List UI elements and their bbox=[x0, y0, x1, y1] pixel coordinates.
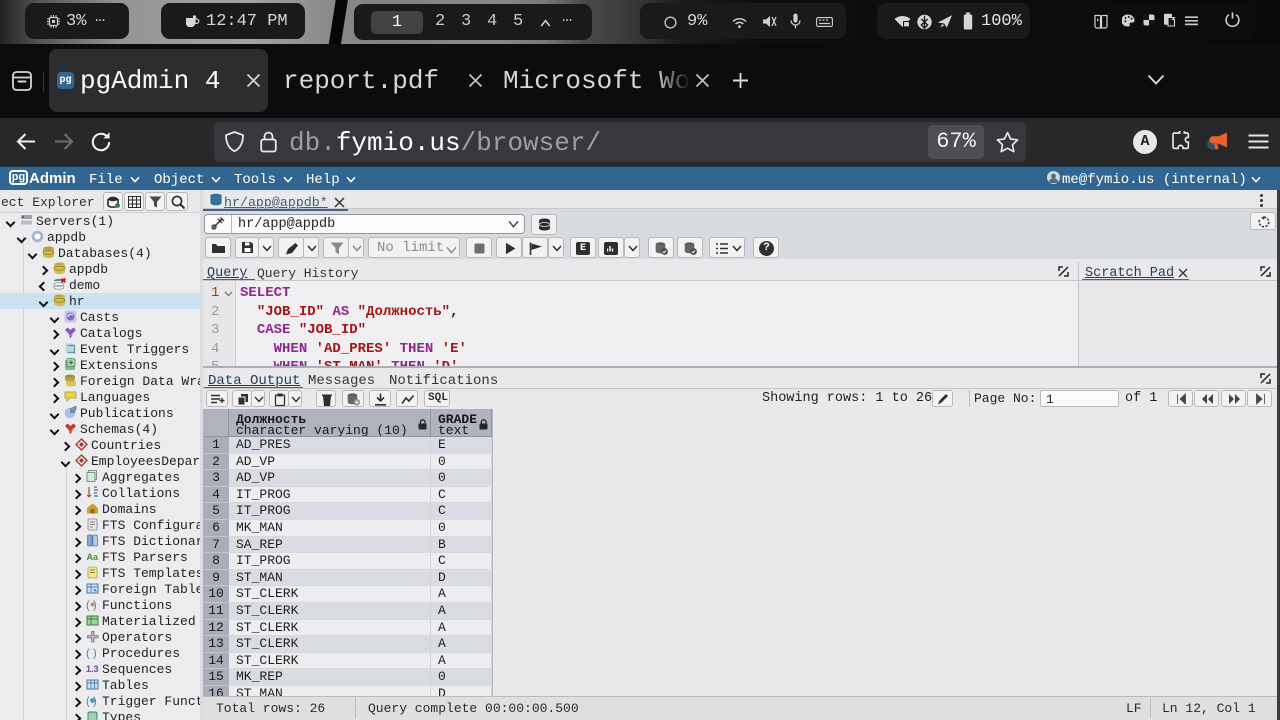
svg-text:): ) bbox=[93, 648, 97, 660]
svg-text:(: ( bbox=[86, 696, 90, 708]
svg-text:(: ( bbox=[86, 648, 90, 660]
svg-text:1.3: 1.3 bbox=[86, 664, 99, 674]
svg-text:Aa: Aa bbox=[87, 552, 99, 562]
svg-text:(: ( bbox=[86, 600, 90, 612]
